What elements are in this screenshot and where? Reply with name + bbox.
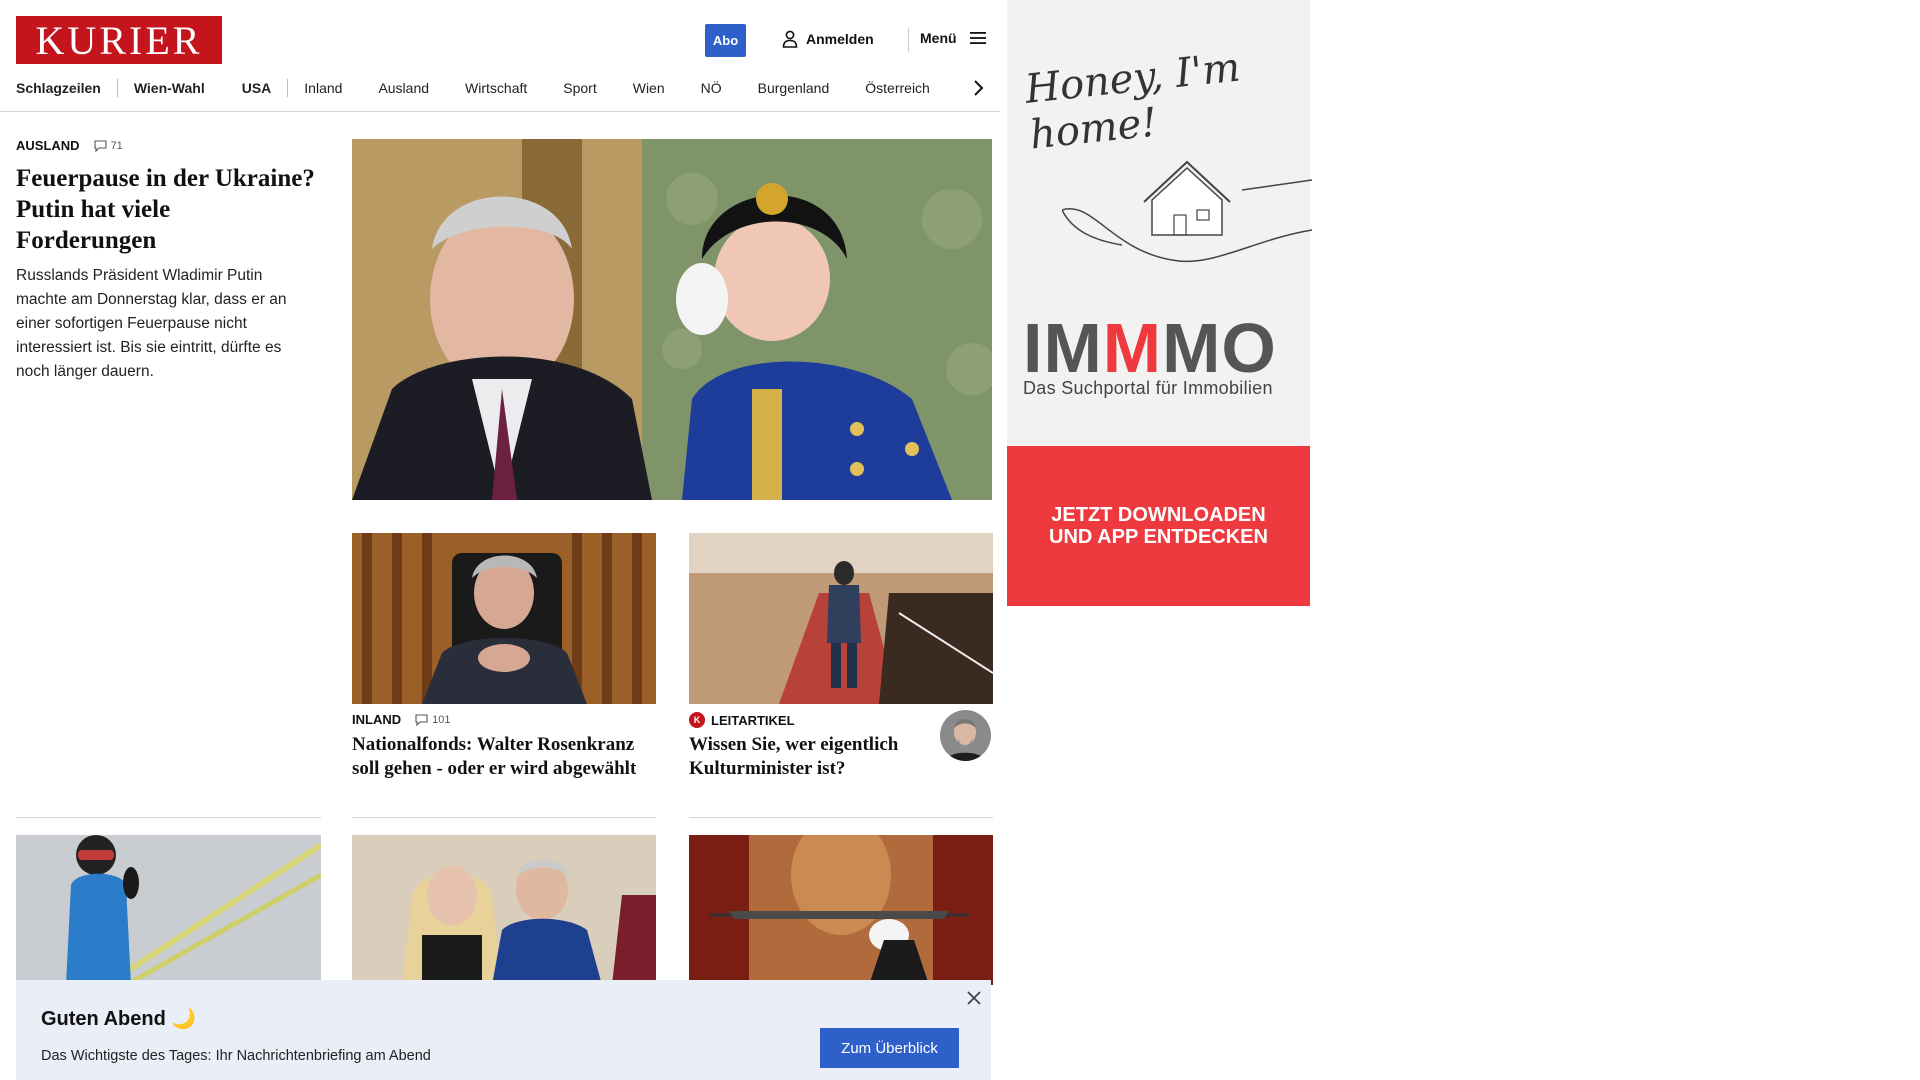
nav-item-oesterreich[interactable]: Österreich <box>865 80 930 96</box>
lead-title[interactable]: Feuerpause in der Ukraine? Putin hat vie… <box>16 163 316 256</box>
nav-item-usa[interactable]: USA <box>242 80 272 96</box>
ad-brand-part: IM <box>1023 309 1103 387</box>
comment-icon <box>94 139 107 152</box>
section-nav: Schlagzeilen Wien-Wahl USA Inland Auslan… <box>16 78 930 98</box>
overview-button[interactable]: Zum Überblick <box>820 1028 959 1068</box>
ad-brand: IMMMO <box>1023 308 1277 388</box>
ad-subtitle: Das Suchportal für Immobilien <box>1023 378 1273 398</box>
immmo-ad[interactable]: Honey, I'm home! IMMMO Das Suchportal fü… <box>1007 0 1312 606</box>
nav-item-burgenland[interactable]: Burgenland <box>758 80 830 96</box>
nav-separator <box>287 79 289 97</box>
nav-item-sport[interactable]: Sport <box>563 80 596 96</box>
nav-item-ausland[interactable]: Ausland <box>378 80 429 96</box>
card-meta-leitartikel: K LEITARTIKEL <box>689 712 795 728</box>
card-meta-rosenkranz: INLAND 101 <box>352 712 450 727</box>
ad-cta-line: UND APP ENTDECKEN <box>1049 526 1268 548</box>
comment-count-value: 101 <box>432 713 451 726</box>
card-title-kulturminister[interactable]: Wissen Sie, wer eigentlich Kulturministe… <box>689 733 929 781</box>
close-icon[interactable] <box>966 990 982 1006</box>
section-label[interactable]: INLAND <box>352 712 401 727</box>
author-avatar[interactable] <box>940 710 991 761</box>
abo-button[interactable]: Abo <box>705 24 746 57</box>
nav-item-wien-wahl[interactable]: Wien-Wahl <box>134 80 205 96</box>
nav-item-inland[interactable]: Inland <box>304 80 342 96</box>
header-divider <box>908 28 909 52</box>
nav-item-noe[interactable]: NÖ <box>701 80 722 96</box>
card-image-skijumper[interactable] <box>16 835 321 985</box>
divider <box>352 817 656 818</box>
lead-article: AUSLAND 71 Feuerpause in der Ukraine? Pu… <box>16 138 316 384</box>
nav-item-wirtschaft[interactable]: Wirtschaft <box>465 80 527 96</box>
banner-text: Das Wichtigste des Tages: Ihr Nachrichte… <box>41 1048 431 1064</box>
comment-count[interactable]: 101 <box>415 714 450 726</box>
nav-separator <box>116 79 118 97</box>
nav-item-wien[interactable]: Wien <box>633 80 665 96</box>
ad-brand-part: M <box>1102 309 1163 387</box>
kurier-logo[interactable]: KURIER <box>16 16 222 64</box>
user-icon <box>782 30 798 48</box>
hamburger-icon <box>969 32 986 44</box>
kurier-k-icon: K <box>689 712 705 728</box>
divider <box>16 817 321 818</box>
nav-item-schlagzeilen[interactable]: Schlagzeilen <box>16 80 101 96</box>
divider <box>689 817 993 818</box>
lead-meta: AUSLAND 71 <box>16 138 316 153</box>
card-image-rosenkranz[interactable] <box>352 533 656 704</box>
login-label: Anmelden <box>806 31 874 47</box>
section-label[interactable]: AUSLAND <box>16 138 80 153</box>
menu-button[interactable]: Menü <box>920 30 987 46</box>
lead-image[interactable] <box>352 139 992 500</box>
site-header: KURIER Abo Anmelden Menü Schlagzeilen Wi… <box>0 0 1000 112</box>
ad-brand-part: MO <box>1162 309 1277 387</box>
ad-tagline: Honey, I'm home! <box>1022 44 1243 159</box>
ad-cta-line: JETZT DOWNLOADEN <box>1051 504 1266 526</box>
login-button[interactable]: Anmelden <box>782 30 874 48</box>
house-in-hand-icon <box>1062 160 1312 263</box>
card-image-lugner[interactable] <box>352 835 656 985</box>
banner-title: Guten Abend 🌙 <box>41 1008 197 1030</box>
chevron-right-icon[interactable] <box>968 78 988 98</box>
card-image-kulturminister[interactable] <box>689 533 993 704</box>
ad-cta-button[interactable]: JETZT DOWNLOADEN UND APP ENTDECKEN <box>1007 446 1310 606</box>
card-image-butler[interactable] <box>689 835 993 985</box>
comment-icon <box>415 713 428 726</box>
evening-briefing-banner: Guten Abend 🌙 Das Wichtigste des Tages: … <box>16 980 991 1080</box>
comment-count-value: 71 <box>110 139 123 152</box>
comment-count[interactable]: 71 <box>94 140 123 152</box>
menu-label: Menü <box>920 30 957 46</box>
lead-description: Russlands Präsident Wladimir Putin macht… <box>16 267 287 380</box>
card-title-rosenkranz[interactable]: Nationalfonds: Walter Rosenkranz soll ge… <box>352 733 656 781</box>
section-label[interactable]: LEITARTIKEL <box>711 713 795 728</box>
